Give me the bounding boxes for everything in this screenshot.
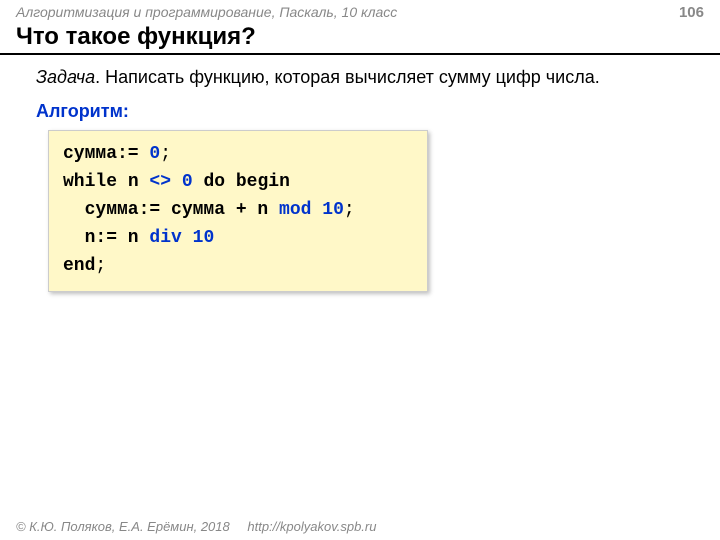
task-label: Задача: [36, 67, 95, 87]
slide-footer: © К.Ю. Поляков, Е.А. Ерёмин, 2018 http:/…: [16, 519, 376, 534]
footer-url: http://kpolyakov.spb.ru: [247, 519, 376, 534]
page-title: Что такое функция?: [0, 23, 720, 55]
slide-header: Алгоритмизация и программирование, Паска…: [0, 0, 720, 23]
course-label: Алгоритмизация и программирование, Паска…: [16, 4, 397, 20]
copyright: © К.Ю. Поляков, Е.А. Ерёмин, 2018: [16, 519, 230, 534]
task-body: . Написать функцию, которая вычисляет су…: [95, 67, 600, 87]
code-block: сумма:= 0; while n <> 0 do begin сумма:=…: [48, 130, 428, 291]
task-text: Задача. Написать функцию, которая вычисл…: [20, 65, 720, 89]
algorithm-label: Алгоритм:: [0, 89, 720, 128]
page-number: 106: [679, 4, 704, 21]
